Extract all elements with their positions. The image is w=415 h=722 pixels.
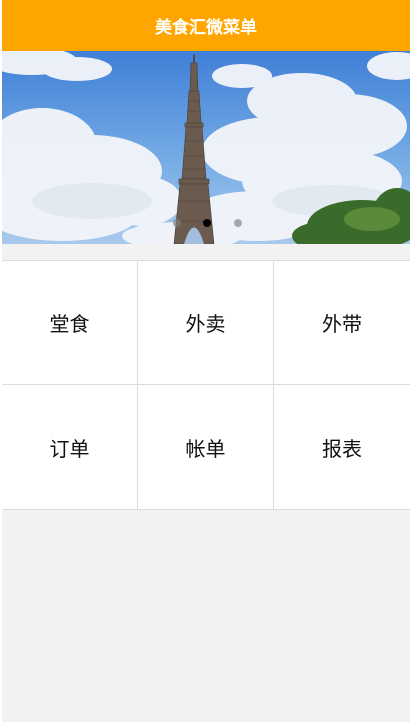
- menu-item-label: 订单: [49, 436, 90, 461]
- carousel-dot-2[interactable]: [203, 219, 211, 227]
- menu-item-label: 外卖: [185, 312, 226, 336]
- carousel-indicators: [2, 219, 410, 229]
- carousel-dot-1[interactable]: [173, 219, 181, 227]
- menu-grid: 堂食 外卖 外带 订单 帐单 报表: [2, 260, 410, 510]
- menu-item-takeaway[interactable]: 外带: [274, 261, 410, 385]
- app-screen: 美食汇微菜单 堂食 外卖 外带 订单 帐单 报表: [0, 0, 415, 722]
- carousel-dot-3[interactable]: [234, 219, 242, 227]
- menu-item-reports[interactable]: 报表: [274, 385, 410, 509]
- banner-carousel[interactable]: [2, 51, 410, 244]
- app-header: 美食汇微菜单: [2, 0, 410, 51]
- menu-item-label: 堂食: [49, 312, 90, 336]
- page-title: 美食汇微菜单: [155, 18, 257, 38]
- eiffel-tower-photo: [2, 51, 410, 244]
- menu-item-bills[interactable]: 帐单: [138, 385, 274, 509]
- menu-item-orders[interactable]: 订单: [2, 385, 138, 509]
- menu-item-label: 外带: [322, 312, 362, 336]
- menu-item-label: 帐单: [185, 436, 226, 461]
- menu-item-delivery[interactable]: 外卖: [138, 261, 274, 385]
- right-edge: [410, 0, 415, 722]
- menu-item-dine-in[interactable]: 堂食: [2, 261, 138, 385]
- menu-item-label: 报表: [322, 436, 362, 461]
